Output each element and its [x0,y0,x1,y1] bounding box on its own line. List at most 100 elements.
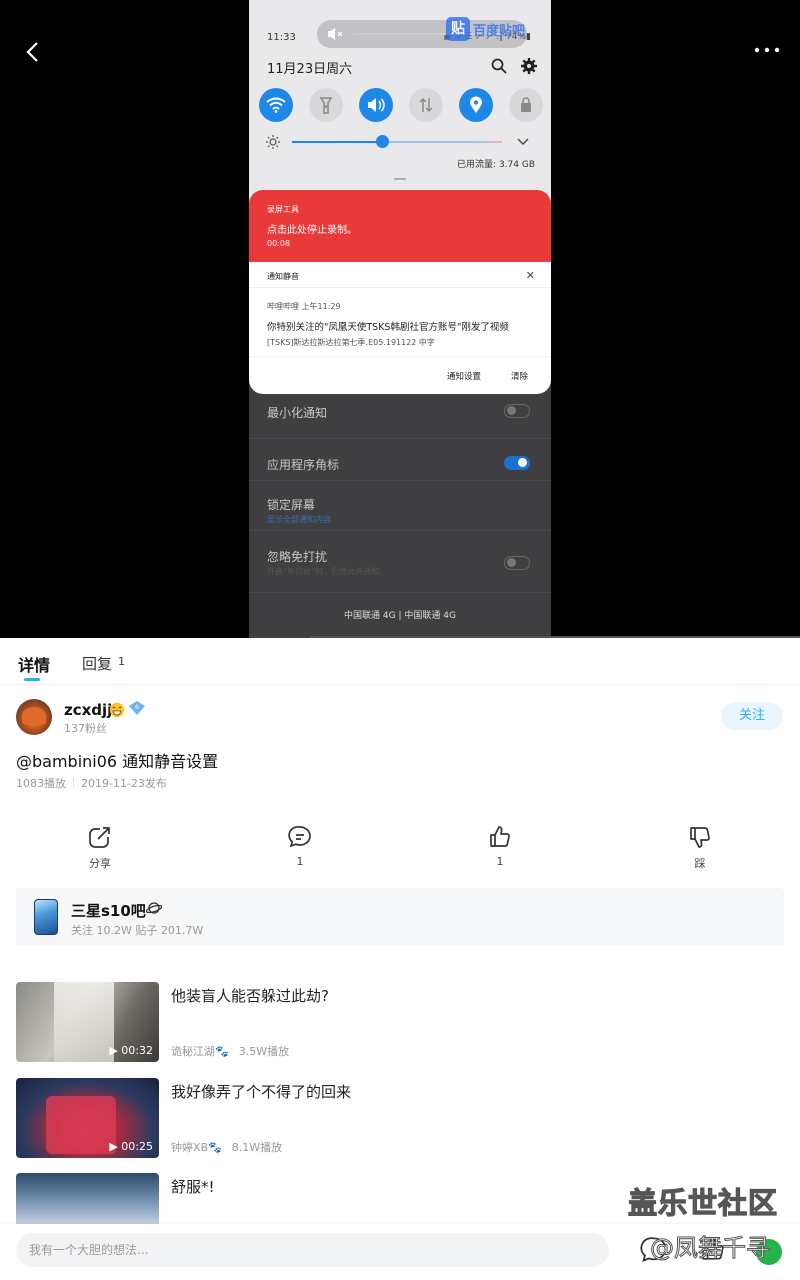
wifi-icon [266,97,286,113]
tab-bar: 详情 回复 1 [0,640,800,684]
share-label: 分享 [89,857,111,870]
svg-text:6: 6 [135,704,139,711]
thumbs-down-icon [690,827,710,848]
brightness-knob [376,135,389,148]
toggle-ignore-dnd [504,556,530,570]
post-date: 2019-11-23发布 [81,777,167,790]
setting-minimize: 最小化通知 [267,406,328,420]
post-meta: 1083播放 2019-11-23发布 [16,775,167,791]
tieba-watermark-text: 百度贴吧 [473,23,526,39]
video-thumbnail[interactable]: ▶ 00:25 [16,1078,159,1158]
comment-icon [288,825,311,848]
share-button[interactable]: 分享 [70,825,130,871]
comment-count: 1 [296,855,304,868]
notif-subtitle: [TSKS]斯达拉斯达拉第七季.E05.191122 中字 [267,338,435,347]
share-icon [89,827,110,848]
status-time: 11:33 [267,32,296,43]
follow-button[interactable]: 关注 [721,702,783,730]
reply-count: 1 [118,655,125,668]
more-options-icon[interactable] [754,44,780,56]
post-title: @bambini06 通知静音设置 [16,752,219,771]
dislike-label: 踩 [694,857,706,870]
brightness-slider [265,132,535,152]
screen-record-app: 录屏工具 [267,205,299,214]
toggle-minimize [504,404,530,418]
planet-icon [146,902,162,914]
watermark-text: 盖乐世社区 [627,1185,779,1220]
video-title[interactable]: 舒服*! [171,1176,215,1197]
comment-button[interactable]: 1 [270,825,330,868]
notif-title: 你特别关注的"凤凰天使TSKS韩剧社官方账号"刚发了视频 [267,322,509,333]
gear-icon [521,58,537,74]
setting-ignore-dnd-sub: 开启“免打扰”时，仍然允许通知。 [267,567,388,576]
screen-record-message: 点击此处停止录制。 [267,225,357,236]
screen-record-notification: 录屏工具 点击此处停止录制。 00:08 [249,190,551,262]
location-pin-icon [470,96,482,113]
recorded-phone-screen: 最小化通知 应用程序角标 锁定屏幕 显示全部通知内容 忽略免打扰 开启“免打扰”… [249,0,551,638]
tieba-watermark: 贴 百度贴吧 [446,16,525,42]
screen-record-time: 00:08 [267,239,291,248]
silent-notification-card: 通知静音 ✕ 哔哩哔哩 上午11:29 你特别关注的"凤凰天使TSKS韩剧社官方… [249,262,551,394]
author-name[interactable]: zcxdjj [64,701,112,719]
grin-emoji-icon [109,702,125,718]
flashlight-toggle [309,88,343,122]
video-thumbnail[interactable]: ▶ 00:32 [16,982,159,1062]
mobile-data-toggle [409,88,443,122]
forum-stats: 关注 10.2W 贴子 201.7W [71,924,204,937]
like-count: 1 [496,855,504,868]
video-author: 诡秘江湖🐾 [171,1045,229,1058]
video-meta: 钟婷XB🐾 8.1W播放 [171,1139,292,1155]
notif-header: 通知静音 [267,272,299,281]
forum-card[interactable]: 三星s10吧 关注 10.2W 贴子 201.7W [16,888,784,946]
setting-app-badge: 应用程序角标 [267,458,340,472]
thumbs-up-icon [490,826,510,847]
author-fans: 137粉丝 [64,722,107,735]
sound-toggle [359,88,393,122]
close-icon: ✕ [525,269,535,282]
notif-clear-button: 清除 [511,372,529,382]
avatar[interactable] [16,699,52,735]
video-title[interactable]: 他装盲人能否躲过此劫? [171,985,329,1006]
video-player[interactable]: 最小化通知 应用程序角标 锁定屏幕 显示全部通知内容 忽略免打扰 开启“免打扰”… [0,0,800,638]
setting-lock-screen: 锁定屏幕 [267,498,316,512]
video-plays: 3.5W播放 [238,1045,290,1058]
speaker-icon [368,98,385,112]
video-title[interactable]: 我好像弄了个不得了的回来 [171,1081,351,1102]
setting-ignore-dnd: 忽略免打扰 [267,550,328,564]
tab-reply[interactable]: 回复 [82,653,112,674]
level-badge-icon: 6 [129,701,145,715]
like-button[interactable]: 1 [470,825,530,868]
notif-settings-button: 通知设置 [447,372,482,382]
location-toggle [459,88,493,122]
video-duration: ▶ 00:25 [109,1140,153,1153]
search-icon [491,58,507,74]
forum-name: 三星s10吧 [71,902,146,920]
back-arrow-icon[interactable] [22,40,46,64]
video-thumbnail[interactable] [16,1173,159,1225]
post-plays: 1083播放 [16,777,66,790]
phone-date: 11月23日周六 [267,62,353,77]
tab-detail[interactable]: 详情 [18,652,50,676]
setting-lock-screen-sub: 显示全部通知内容 [267,515,331,524]
data-usage: 已用流量: 3.74 GB [457,160,535,170]
quick-settings-row [259,88,543,122]
panel-handle [394,178,406,180]
data-arrows-icon [419,97,433,113]
forum-avatar [34,899,58,935]
flashlight-icon [319,97,333,114]
notif-app: 哔哩哔哩 上午11:29 [267,302,341,311]
toggle-app-badge [504,456,530,470]
tieba-logo: 贴 [446,17,470,41]
video-duration: ▶ 00:32 [109,1044,153,1057]
video-plays: 8.1W播放 [231,1141,283,1154]
mute-icon [328,28,343,40]
video-meta: 诡秘江湖🐾 3.5W播放 [171,1043,299,1059]
chevron-down-icon [517,138,529,145]
video-progress-bar[interactable] [310,636,800,638]
dimmed-settings-background: 最小化通知 应用程序角标 锁定屏幕 显示全部通知内容 忽略免打扰 开启“免打扰”… [249,380,551,638]
carrier-label: 中国联通 4G | 中国联通 4G [344,611,456,621]
wifi-toggle [259,88,293,122]
video-author: 钟婷XB🐾 [171,1141,222,1154]
comment-input[interactable] [16,1233,609,1267]
dislike-button[interactable]: 踩 [670,825,730,871]
